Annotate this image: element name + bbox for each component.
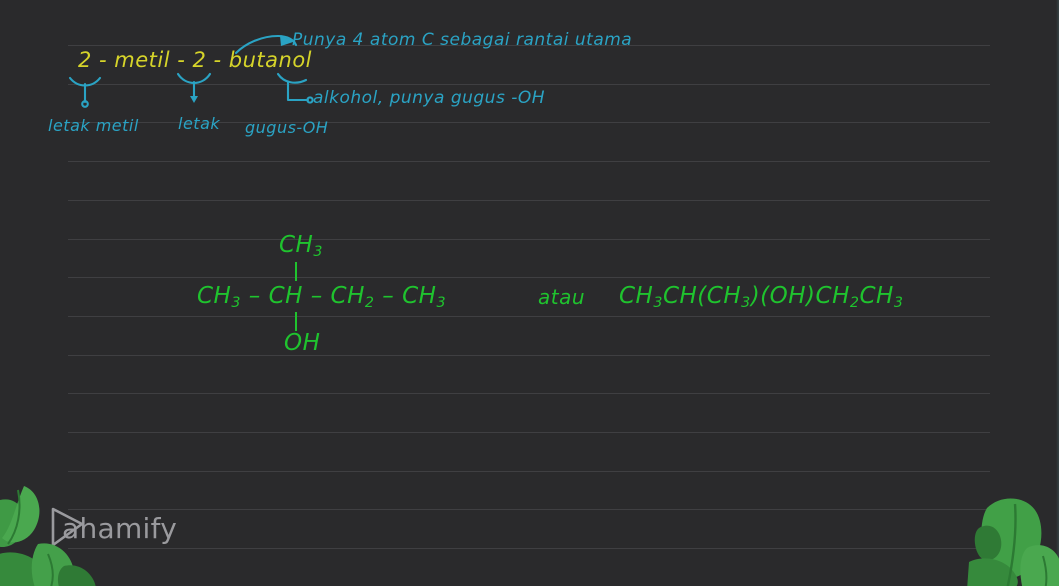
arrow-head-hydroxyl-locant: [190, 96, 198, 103]
leaf-decoration-right: [967, 498, 1059, 586]
structure-branch-methyl: CH3: [279, 232, 323, 260]
brace-hydroxyl-locant: [176, 72, 212, 85]
bond-line-lower: [295, 312, 297, 331]
condensed-formula-text: CH3CH(CH3)(OH)CH2CH3: [619, 283, 904, 311]
ruled-line: [68, 393, 990, 395]
structure-main-chain: CH3 – CH – CH2 – CH3: [197, 283, 446, 311]
bond-line-upper: [295, 262, 297, 281]
ruled-line: [68, 83, 990, 85]
ruled-line: [68, 354, 990, 356]
ruled-line: [68, 199, 990, 201]
note-main-chain: Punya 4 atom C sebagai rantai utama: [292, 30, 633, 50]
ruled-line: [68, 548, 990, 550]
brace-ol-suffix: [276, 72, 308, 84]
formula-connector-word: atau: [538, 285, 586, 309]
ruled-line: [68, 238, 990, 240]
ruled-line: [68, 161, 990, 163]
ruled-line: [68, 277, 990, 279]
ruled-line: [68, 432, 990, 433]
arrow-elbow-to-alcohol-note: [286, 80, 310, 102]
leaf-decoration-left: [0, 486, 96, 586]
structure-branch-hydroxyl: OH: [284, 330, 320, 356]
arrow-dot-methyl-locant: [81, 100, 89, 108]
ruled-line: [68, 470, 990, 472]
ruled-line: [68, 315, 990, 317]
note-alcohol-group: alkohol, punya gugus -OH: [313, 88, 546, 108]
branch-methyl-text: CH3: [279, 232, 323, 260]
label-methyl-position: letak metil: [48, 116, 139, 135]
compound-name-title: 2 - metil - 2 - butanol: [78, 48, 313, 72]
branch-hydroxyl-text: OH: [284, 330, 321, 356]
arrow-dot-alcohol: [306, 96, 314, 104]
whiteboard-screen: 2 - metil - 2 - butanol Punya 4 atom C s…: [0, 0, 1059, 586]
label-hydroxyl-group: gugus-OH: [245, 118, 329, 137]
label-group-position: letak: [178, 114, 221, 133]
main-chain-text: CH3 – CH – CH2 – CH3: [197, 283, 447, 311]
ruled-line: [68, 509, 990, 511]
condensed-structural-formula: CH3CH(CH3)(OH)CH2CH3: [619, 283, 903, 311]
